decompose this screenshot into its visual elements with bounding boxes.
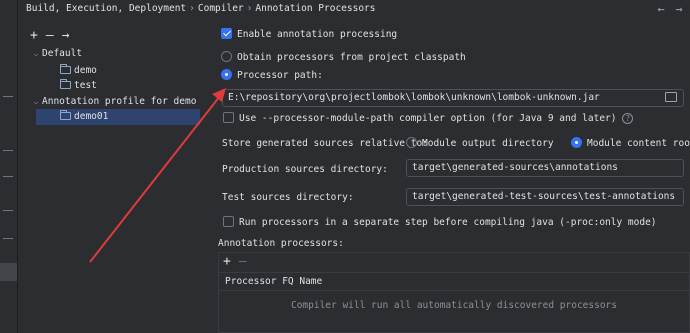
arrow-head (212, 88, 226, 102)
arrow-shaft (89, 95, 221, 263)
annotation-arrow (89, 88, 226, 263)
